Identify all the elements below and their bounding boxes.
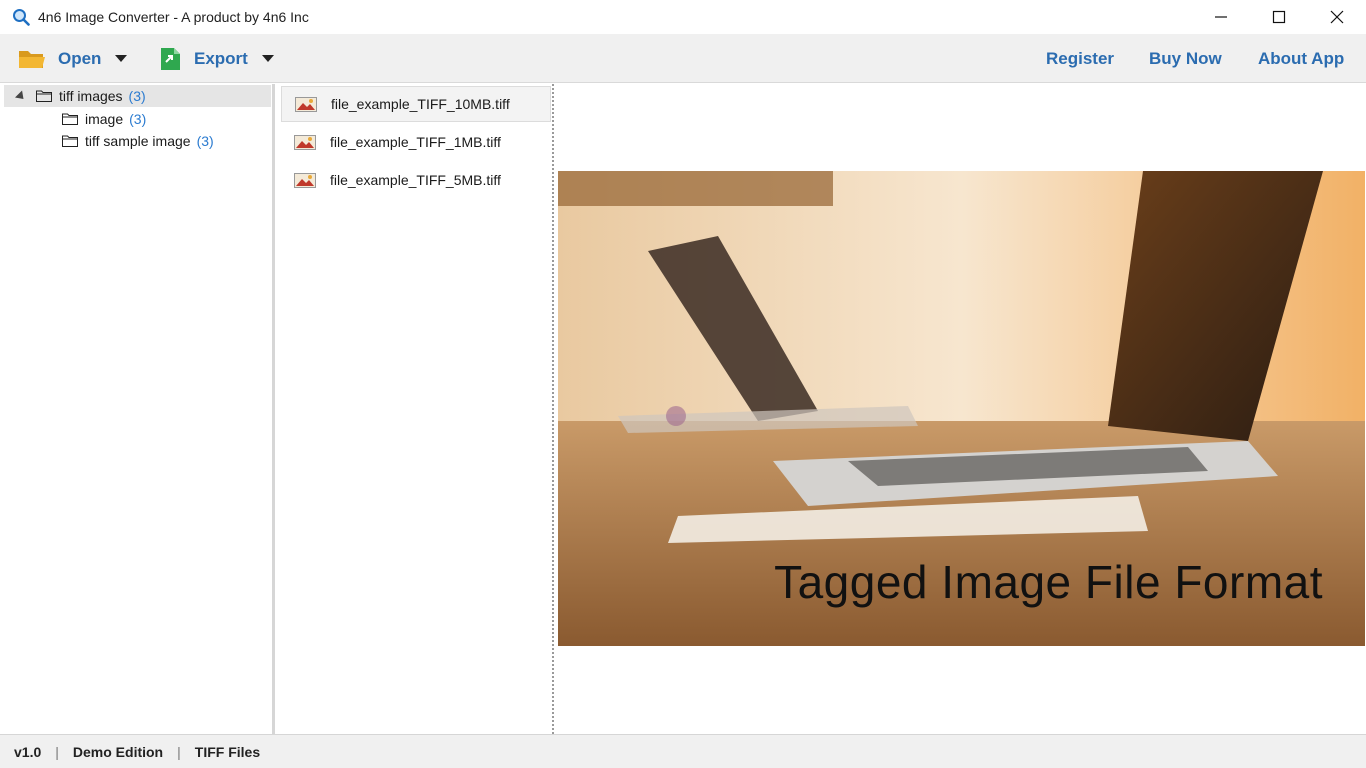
toolbar: Open Export Register Buy Now About App [0,34,1366,83]
folder-icon [62,135,78,147]
folder-icon [36,90,52,102]
file-list: file_example_TIFF_10MB.tiff file_example… [278,84,554,734]
minimize-icon [1215,16,1227,18]
image-thumbnail-icon [294,172,316,188]
open-dropdown-caret-icon[interactable] [115,55,128,62]
export-dropdown-caret-icon[interactable] [261,55,274,62]
image-preview-pane: Tagged Image File Format [557,84,1366,734]
maximize-icon [1272,10,1286,24]
open-button[interactable]: Open [18,34,128,83]
register-link[interactable]: Register [1046,49,1114,69]
minimize-button[interactable] [1192,0,1250,34]
file-name: file_example_TIFF_10MB.tiff [331,96,510,112]
tree-item-label: tiff images [59,88,123,104]
file-name: file_example_TIFF_5MB.tiff [330,172,501,188]
status-separator: | [55,743,59,760]
preview-caption: Tagged Image File Format [774,556,1323,608]
export-file-icon [161,47,180,70]
edition-label: Demo Edition [72,743,164,760]
tree-item-tiff-sample-image[interactable]: tiff sample image (3) [62,130,214,152]
status-separator: | [177,743,181,760]
image-thumbnail-icon [294,134,316,150]
tree-item-count: (3) [129,111,147,127]
buy-now-link[interactable]: Buy Now [1149,49,1222,69]
window-title: 4n6 Image Converter - A product by 4n6 I… [38,9,309,25]
tree-item-tiff-images[interactable]: tiff images (3) [4,85,271,107]
close-button[interactable] [1308,0,1366,34]
open-label: Open [58,48,102,68]
title-bar: 4n6 Image Converter - A product by 4n6 I… [0,0,1366,34]
file-list-item[interactable]: file_example_TIFF_10MB.tiff [281,86,551,122]
tree-item-label: image [85,111,124,127]
close-icon [1330,10,1344,24]
maximize-button[interactable] [1250,0,1308,34]
about-app-link[interactable]: About App [1258,49,1344,69]
file-name: file_example_TIFF_1MB.tiff [330,134,501,150]
tree-item-count: (3) [196,133,214,149]
image-thumbnail-icon [295,96,317,112]
file-list-item[interactable]: file_example_TIFF_1MB.tiff [281,124,551,160]
tree-item-count: (3) [128,88,146,104]
magnifier-icon [13,9,30,26]
status-bar: v1.0 | Demo Edition | TIFF Files [0,734,1366,768]
folder-tree: tiff images (3) image (3) tiff sample im… [0,84,275,734]
expand-arrow-icon[interactable] [14,89,28,103]
tree-item-label: tiff sample image [85,133,191,149]
file-list-item[interactable]: file_example_TIFF_5MB.tiff [281,162,551,198]
export-button[interactable]: Export [160,34,274,83]
folder-icon [62,113,78,125]
preview-image: Tagged Image File Format [558,171,1365,646]
version-label: v1.0 [14,743,42,760]
tree-item-image[interactable]: image (3) [62,108,146,130]
file-type-label: TIFF Files [194,743,261,760]
export-label: Export [194,48,248,68]
folder-open-icon [19,50,45,68]
